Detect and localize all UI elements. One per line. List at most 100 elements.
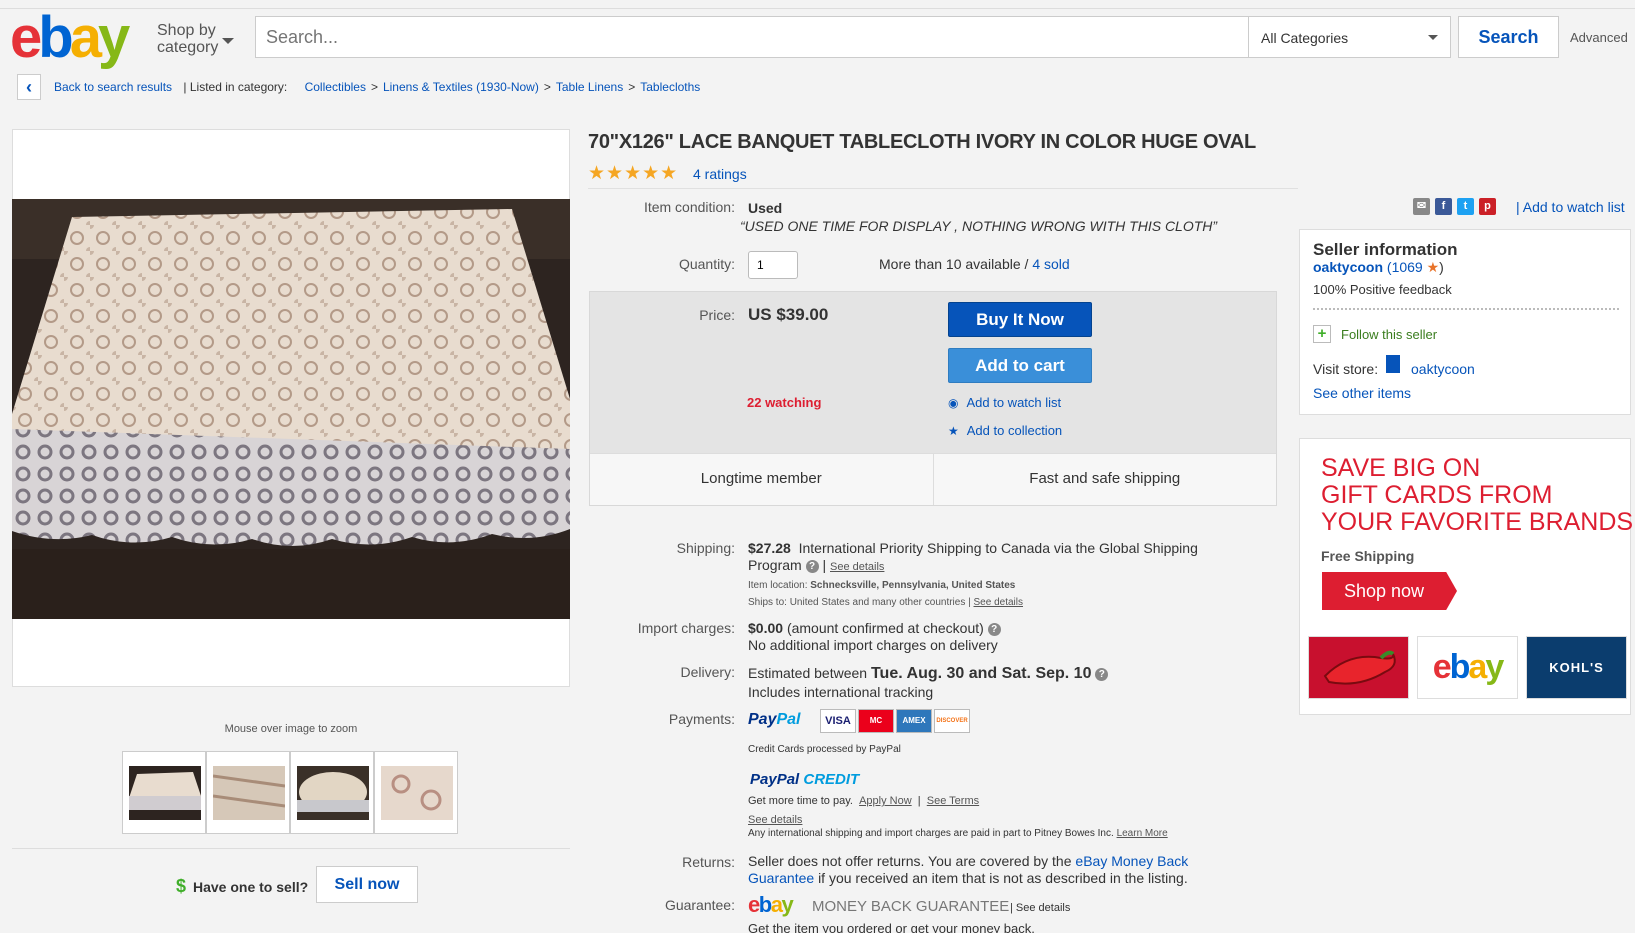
see-terms-link[interactable]: See Terms xyxy=(927,795,979,807)
chevron-down-icon xyxy=(1428,35,1438,40)
category-select[interactable]: All Categories xyxy=(1249,16,1451,58)
share-icons: ✉ f t p xyxy=(1413,198,1496,215)
paypal-credit-logo: PayPal CREDIT xyxy=(750,771,860,788)
thumbnail[interactable] xyxy=(374,751,458,834)
thumbnail[interactable] xyxy=(122,751,206,834)
chevron-down-icon xyxy=(222,38,234,44)
star-rating-icon[interactable]: ★★★★★ xyxy=(588,162,678,185)
seller-name: oaktycoon (1069 ★) xyxy=(1313,259,1444,275)
shop-by-category-button[interactable]: Shop by category xyxy=(157,22,218,56)
quantity-input[interactable] xyxy=(748,251,798,279)
kohls-gift-card[interactable]: KOHL'S xyxy=(1526,636,1627,699)
plus-icon[interactable]: + xyxy=(1313,325,1331,343)
money-back-guarantee-text: MONEY BACK GUARANTEE xyxy=(812,898,1010,915)
twitter-icon[interactable]: t xyxy=(1457,198,1474,215)
thumbnail[interactable] xyxy=(290,751,374,834)
eye-icon: ◉ xyxy=(948,396,959,410)
returns-value: Seller does not offer returns. You are c… xyxy=(748,853,1189,886)
badge-fast-shipping: Fast and safe shipping xyxy=(932,454,1277,505)
seller-link[interactable]: oaktycoon xyxy=(1313,259,1383,275)
breadcrumb-item-collectibles[interactable]: Collectibles xyxy=(305,80,366,94)
condition-description: “USED ONE TIME FOR DISPLAY , NOTHING WRO… xyxy=(740,218,1218,234)
price-value: US $39.00 xyxy=(748,305,829,324)
divider xyxy=(1313,308,1619,310)
help-icon[interactable]: ? xyxy=(1095,667,1109,681)
guarantee-subtext: Get the item you ordered or get your mon… xyxy=(748,921,1035,933)
help-icon[interactable]: ? xyxy=(805,559,819,573)
ad-free-shipping: Free Shipping xyxy=(1321,548,1415,564)
paypal-logo: PayPal xyxy=(748,711,801,728)
see-details-link[interactable]: | See details xyxy=(1010,902,1070,914)
returns-label: Returns: xyxy=(682,854,735,870)
seller-feedback: 100% Positive feedback xyxy=(1313,282,1452,297)
breadcrumb-item-tablecloths[interactable]: Tablecloths xyxy=(640,80,700,94)
availability: More than 10 available / 4 sold xyxy=(879,256,1070,272)
visa-icon: VISA xyxy=(820,709,856,733)
shipping-label: Shipping: xyxy=(676,540,735,556)
add-to-watch-list-link[interactable]: ◉ Add to watch list xyxy=(948,395,1061,410)
condition-label: Item condition: xyxy=(643,199,735,215)
chilis-gift-card[interactable] xyxy=(1308,636,1409,699)
main-product-image[interactable] xyxy=(12,199,570,619)
add-to-watch-list-link[interactable]: | Add to watch list xyxy=(1516,199,1625,215)
ebay-gift-card[interactable]: ebay xyxy=(1417,636,1518,699)
breadcrumb-item-table-linens[interactable]: Table Linens xyxy=(556,80,623,94)
import-label: Import charges: xyxy=(637,620,735,636)
star-icon: ★ xyxy=(1426,259,1440,275)
divider xyxy=(588,188,1298,189)
facebook-icon[interactable]: f xyxy=(1435,198,1452,215)
email-icon[interactable]: ✉ xyxy=(1413,198,1430,215)
discover-icon: DISCOVER xyxy=(934,709,970,733)
sell-now-button[interactable]: Sell now xyxy=(316,866,418,903)
advanced-search-link[interactable]: Advanced xyxy=(1570,30,1628,45)
have-one-to-sell-label: Have one to sell? xyxy=(193,879,309,895)
see-details-link[interactable]: See details xyxy=(748,814,802,826)
ebay-guarantee-logo: ebay xyxy=(748,892,794,917)
see-details-link[interactable]: See details xyxy=(830,561,884,573)
shop-now-button[interactable]: Shop now xyxy=(1322,572,1457,610)
paypal-credit-text: Get more time to pay. Apply Now | See Te… xyxy=(748,795,980,807)
pinterest-icon[interactable]: p xyxy=(1479,198,1496,215)
visit-store-label: Visit store: xyxy=(1313,361,1379,377)
divider xyxy=(12,848,570,849)
back-arrow-icon[interactable]: ‹ xyxy=(17,74,41,100)
header-divider xyxy=(0,8,1635,9)
see-details-link[interactable]: See details xyxy=(974,597,1023,608)
sold-link[interactable]: 4 sold xyxy=(1032,256,1069,272)
search-input[interactable] xyxy=(255,16,1249,58)
store-link[interactable]: oaktycoon xyxy=(1411,361,1475,377)
shipping-location: Item location: Schnecksville, Pennsylvan… xyxy=(748,580,1023,608)
buy-it-now-button[interactable]: Buy It Now xyxy=(948,302,1092,337)
credit-card-note: Credit Cards processed by PayPal xyxy=(748,744,901,755)
search-button[interactable]: Search xyxy=(1458,16,1559,58)
delivery-label: Delivery: xyxy=(680,664,735,680)
ad-headline: SAVE BIG ON GIFT CARDS FROM YOUR FAVORITE … xyxy=(1321,454,1634,536)
ratings-link[interactable]: 4 ratings xyxy=(693,166,747,182)
gift-card-row: ebay KOHL'S xyxy=(1308,636,1627,699)
price-label: Price: xyxy=(699,307,735,323)
payments-label: Payments: xyxy=(668,711,735,727)
zoom-hint: Mouse over image to zoom xyxy=(224,723,358,735)
dollar-icon: $ xyxy=(176,876,187,896)
see-other-items-link[interactable]: See other items xyxy=(1313,385,1411,401)
seller-heading: Seller information xyxy=(1313,240,1458,259)
thumbnail[interactable] xyxy=(206,751,290,834)
condition-value: Used xyxy=(748,200,783,216)
seller-badges: Longtime member Fast and safe shipping xyxy=(590,453,1276,505)
add-to-collection-link[interactable]: ★ Add to collection xyxy=(948,423,1062,438)
store-icon xyxy=(1386,355,1400,373)
breadcrumb-separator: > xyxy=(628,80,636,94)
help-icon[interactable]: ? xyxy=(987,622,1001,636)
shipping-value: $27.28 International Priority Shipping t… xyxy=(748,540,1198,573)
breadcrumb-item-linens[interactable]: Linens & Textiles (1930-Now) xyxy=(383,80,539,94)
follow-seller-link[interactable]: Follow this seller xyxy=(1341,327,1437,342)
ebay-logo[interactable]: ebay xyxy=(10,8,130,68)
add-to-cart-button[interactable]: Add to cart xyxy=(948,348,1092,383)
back-to-results-link[interactable]: Back to search results xyxy=(54,80,172,94)
item-title: 70"X126" LACE BANQUET TABLECLOTH IVORY I… xyxy=(588,131,1256,153)
delivery-value: Estimated between Tue. Aug. 30 and Sat. … xyxy=(748,664,1109,702)
apply-now-link[interactable]: Apply Now xyxy=(859,795,912,807)
breadcrumb-separator: > xyxy=(370,80,378,94)
learn-more-link[interactable]: Learn More xyxy=(1117,828,1168,839)
quantity-label: Quantity: xyxy=(678,256,735,272)
